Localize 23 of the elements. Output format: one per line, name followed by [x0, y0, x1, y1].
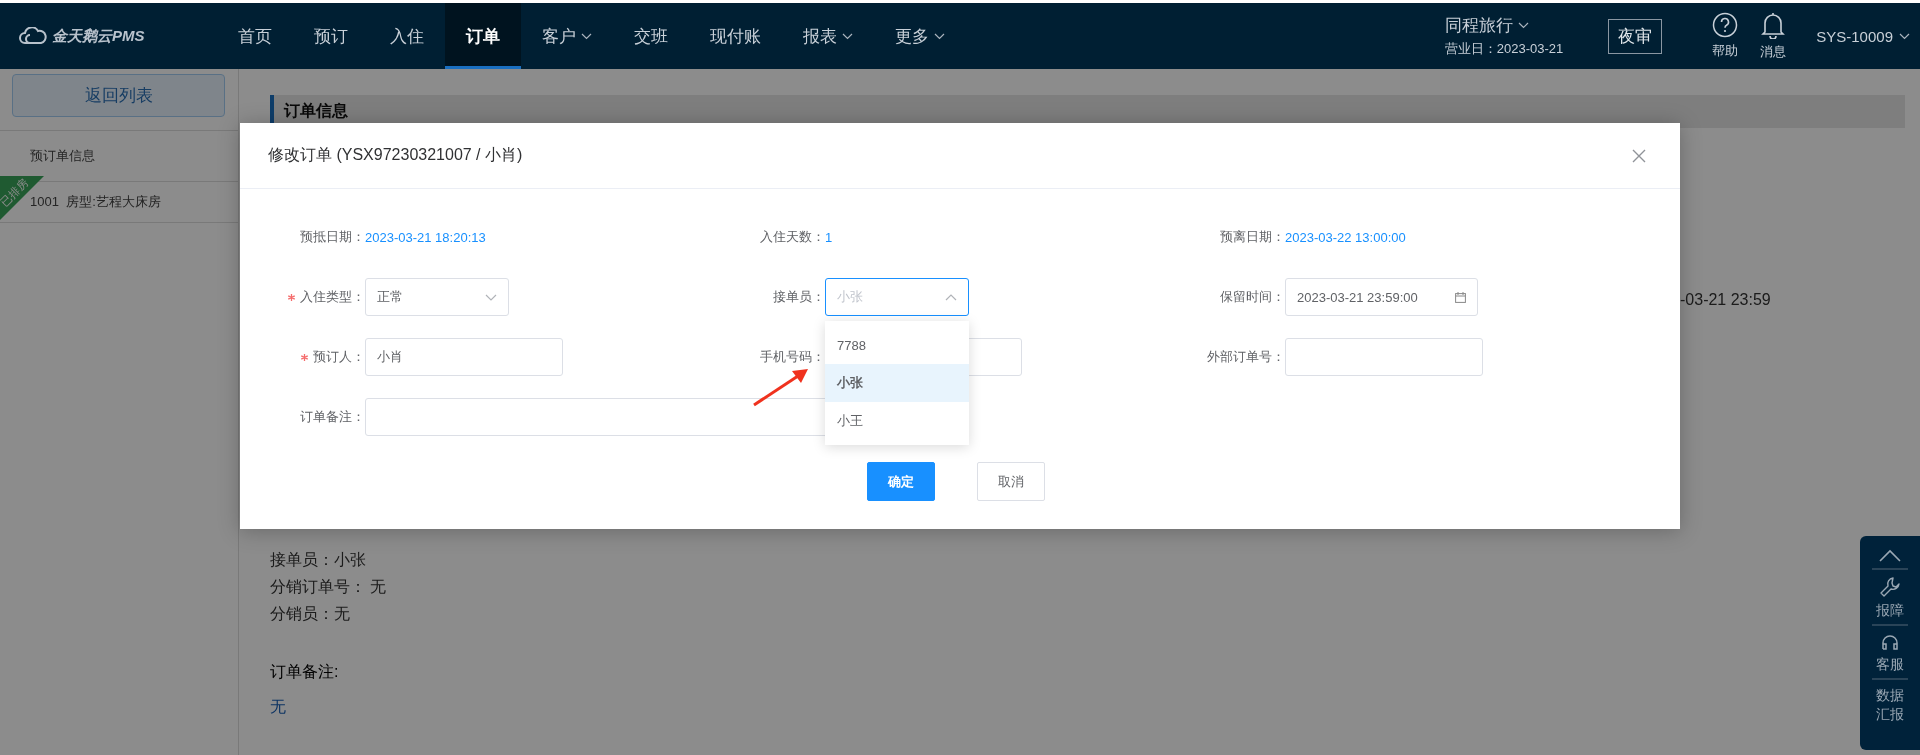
field-value: 1: [825, 229, 833, 245]
field-label: 预订人：: [313, 348, 365, 366]
field-label: 订单备注：: [300, 408, 365, 426]
detail-text: 分销订单号： 无: [270, 577, 387, 597]
field-label: 手机号码：: [760, 348, 825, 366]
field-value: 2023-03-21 18:20:13: [365, 229, 486, 245]
dialog-title: 修改订单 (YSX97230321007 / 小肖): [268, 145, 523, 165]
detail-text: 接单员：小张: [270, 550, 366, 570]
field-label: 保留时间：: [1220, 288, 1285, 306]
field-label: 预抵日期：: [300, 228, 365, 246]
field-label: 入住类型：: [300, 288, 365, 306]
field-value: 2023-03-22 13:00:00: [1285, 229, 1406, 245]
logo-text: 金天鹅云PMS: [52, 26, 145, 46]
business-date: 营业日：2023-03-21: [1444, 40, 1564, 58]
detail-text: 分销员：无: [270, 604, 350, 624]
field-label: 入住天数：: [760, 228, 825, 246]
remark-value: 无: [270, 698, 286, 715]
field-label: 外部订单号：: [1207, 348, 1285, 366]
field-label: 接单员：: [773, 288, 825, 306]
detail-text: -03-21 23:59: [1680, 291, 1771, 308]
remark-label: 订单备注:: [270, 663, 339, 680]
section-title: 订单信息: [284, 101, 348, 121]
field-label: 预离日期：: [1220, 228, 1285, 246]
